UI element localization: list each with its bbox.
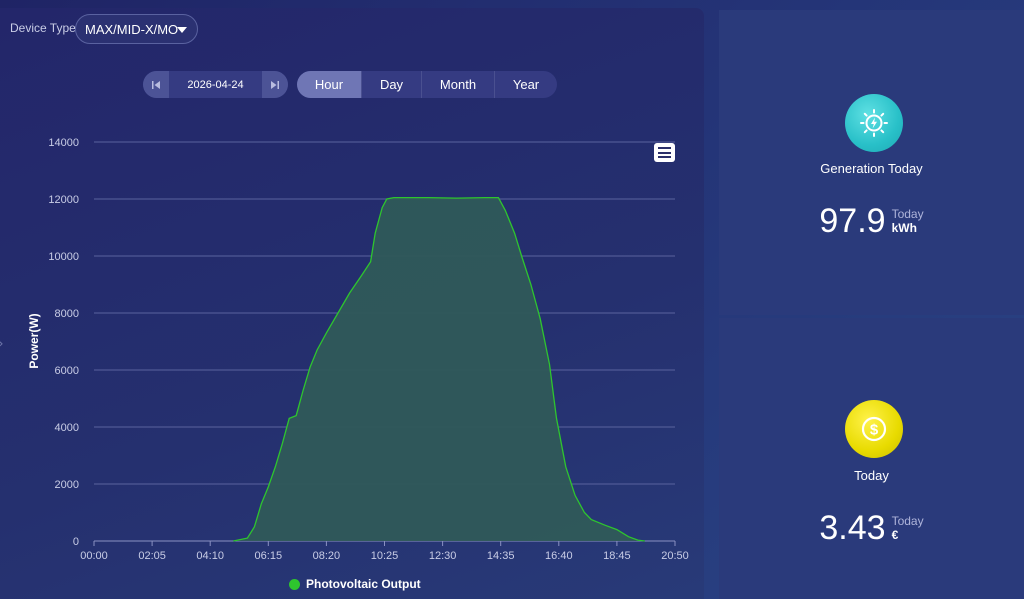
- x-tick-label: 16:40: [545, 550, 573, 562]
- generation-unit: kWh: [891, 221, 917, 235]
- y-tick-label: 10000: [48, 251, 79, 263]
- power-chart: 0 2000 4000 6000 8000 10000 12000 14000 00:00 02:…: [27, 137, 689, 562]
- y-tick-label: 4000: [55, 422, 79, 434]
- legend-label: Photovoltaic Output: [306, 577, 421, 591]
- x-tick-label: 04:10: [196, 550, 224, 562]
- solar-lightning-icon: [845, 94, 903, 152]
- generation-value: 97.9: [819, 202, 886, 240]
- x-tick-label: 06:15: [255, 550, 283, 562]
- earnings-value: 3.43: [819, 509, 886, 547]
- generation-today-card: Generation Today 97.9 Today kWh: [719, 10, 1024, 315]
- x-tick-label: 20:50: [661, 550, 689, 562]
- y-tick-label: 2000: [55, 479, 79, 491]
- hamburger-icon-line: [658, 156, 671, 158]
- hamburger-icon-line: [658, 151, 671, 154]
- generation-value-row: 97.9 Today kWh: [719, 203, 1024, 239]
- legend-marker: [289, 578, 300, 590]
- earnings-meta: Today €: [892, 510, 924, 542]
- generation-meta: Today kWh: [892, 203, 924, 235]
- chart-menu-button[interactable]: [654, 143, 675, 162]
- earnings-value-row: 3.43 Today €: [719, 510, 1024, 546]
- y-tick-label: 0: [73, 536, 79, 548]
- y-tick-label: 12000: [48, 194, 79, 206]
- x-tick-label: 18:45: [603, 550, 631, 562]
- earnings-today-title: Today: [854, 468, 889, 483]
- earnings-unit: €: [891, 528, 899, 542]
- generation-period: Today: [891, 207, 924, 221]
- dollar-coin-icon: $: [845, 400, 903, 458]
- hamburger-icon-line: [658, 147, 671, 149]
- y-tick-label: 14000: [48, 137, 79, 149]
- x-tick-label: 02:05: [138, 550, 166, 562]
- x-tick-label: 12:30: [429, 550, 457, 562]
- y-axis-label: Power(W): [27, 313, 41, 368]
- generation-today-title: Generation Today: [820, 161, 923, 176]
- x-tick-label: 08:20: [313, 550, 341, 562]
- svg-text:$: $: [870, 422, 879, 439]
- chart-legend-item[interactable]: Photovoltaic Output: [289, 577, 421, 591]
- series-area: [233, 197, 645, 541]
- earnings-period: Today: [891, 514, 924, 528]
- x-tick-label: 10:25: [371, 550, 399, 562]
- y-tick-label: 8000: [55, 308, 79, 320]
- earnings-today-card: $ Today 3.43 Today €: [719, 318, 1024, 599]
- x-tick-label: 00:00: [80, 550, 108, 562]
- x-tick-label: 14:35: [487, 550, 515, 562]
- y-tick-label: 6000: [55, 365, 79, 377]
